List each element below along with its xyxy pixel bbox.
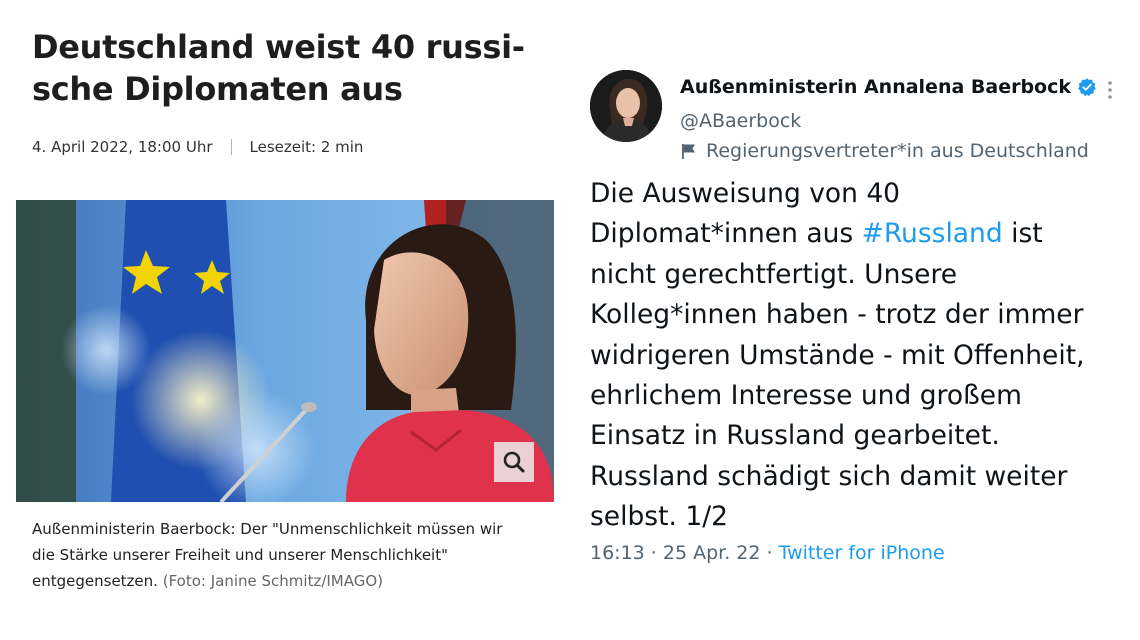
tweet-line-1: Die Ausweisung von 40 (590, 178, 901, 209)
article-meta: 4. April 2022, 18:00 Uhr Lesezeit: 2 min (32, 138, 363, 156)
article-photo[interactable] (16, 200, 554, 502)
headline-line-2: sche Diplomaten aus (32, 70, 403, 108)
tweet-line-3: nicht gerechtfertigt. Unsere (590, 258, 958, 290)
more-options-icon[interactable] (1106, 80, 1114, 100)
caption-line-3: entgegensetzen. (32, 572, 158, 590)
magnifier-icon (503, 451, 525, 473)
avatar[interactable] (590, 70, 662, 142)
photo-caption: Außenministerin Baerbock: Der "Unmenschl… (32, 516, 552, 594)
author-row: Außenministerin Annalena Baerbock (680, 76, 1097, 98)
meta-divider (230, 139, 232, 155)
government-label: Regierungsvertreter*in aus Deutschland (680, 140, 1089, 162)
tweet-source-link[interactable]: Twitter for iPhone (779, 542, 945, 564)
tweet-line-9: selbst. 1/2 (590, 501, 728, 533)
tweet-text: Die Ausweisung von 40 Diplomat*innen aus… (590, 174, 1130, 538)
tweet-line-8: Russland schädigt sich damit weiter (590, 460, 1068, 492)
tweet-line-6: ehrlichem Interesse und großem (590, 380, 1022, 412)
news-article: Deutschland weist 40 russi- sche Diploma… (0, 0, 570, 640)
article-date: 4. April 2022, 18:00 Uhr (32, 138, 213, 156)
tweet-line-5: widrigeren Umstände - mit Offenheit, (590, 339, 1085, 371)
verified-badge-icon (1078, 78, 1096, 97)
government-label-text: Regierungsvertreter*in aus Deutschland (706, 140, 1089, 162)
tweet-line-2-prefix: Diplomat*innen aus (590, 218, 862, 250)
meta-separator-2: · (760, 542, 779, 564)
tweet-card: Außenministerin Annalena Baerbock @ABaer… (572, 0, 1140, 640)
tweet-line-2-suffix: ist (1002, 218, 1043, 250)
flag-icon (682, 144, 695, 159)
article-headline[interactable]: Deutschland weist 40 russi- sche Diploma… (32, 26, 532, 110)
tweet-time[interactable]: 16:13 (590, 542, 645, 564)
meta-separator-1: · (644, 542, 663, 564)
tweet-line-2: Diplomat*innen aus #Russland ist (590, 214, 1130, 254)
tweet-date[interactable]: 25 Apr. 22 (663, 542, 761, 564)
hashtag-link[interactable]: #Russland (862, 218, 1003, 249)
photo-illustration (16, 200, 554, 502)
tweet-line-7: Einsatz in Russland gearbeitet. (590, 420, 1000, 452)
photo-credit: (Foto: Janine Schmitz/IMAGO) (162, 572, 384, 590)
headline-line-1: Deutschland weist 40 russi- (32, 28, 525, 66)
caption-line-1: Außenministerin Baerbock: Der "Unmenschl… (32, 520, 503, 538)
caption-line-2: die Stärke unserer Freiheit und unserer … (32, 546, 449, 564)
avatar-portrait (590, 70, 662, 142)
author-name[interactable]: Außenministerin Annalena Baerbock (680, 76, 1071, 98)
article-read-time: Lesezeit: 2 min (249, 138, 364, 156)
zoom-button[interactable] (494, 442, 534, 482)
tweet-line-4: Kolleg*innen haben - trotz der immer (590, 299, 1084, 331)
tweet-meta: 16:13 · 25 Apr. 22 · Twitter for iPhone (590, 542, 945, 564)
author-handle[interactable]: @ABaerbock (680, 110, 801, 132)
